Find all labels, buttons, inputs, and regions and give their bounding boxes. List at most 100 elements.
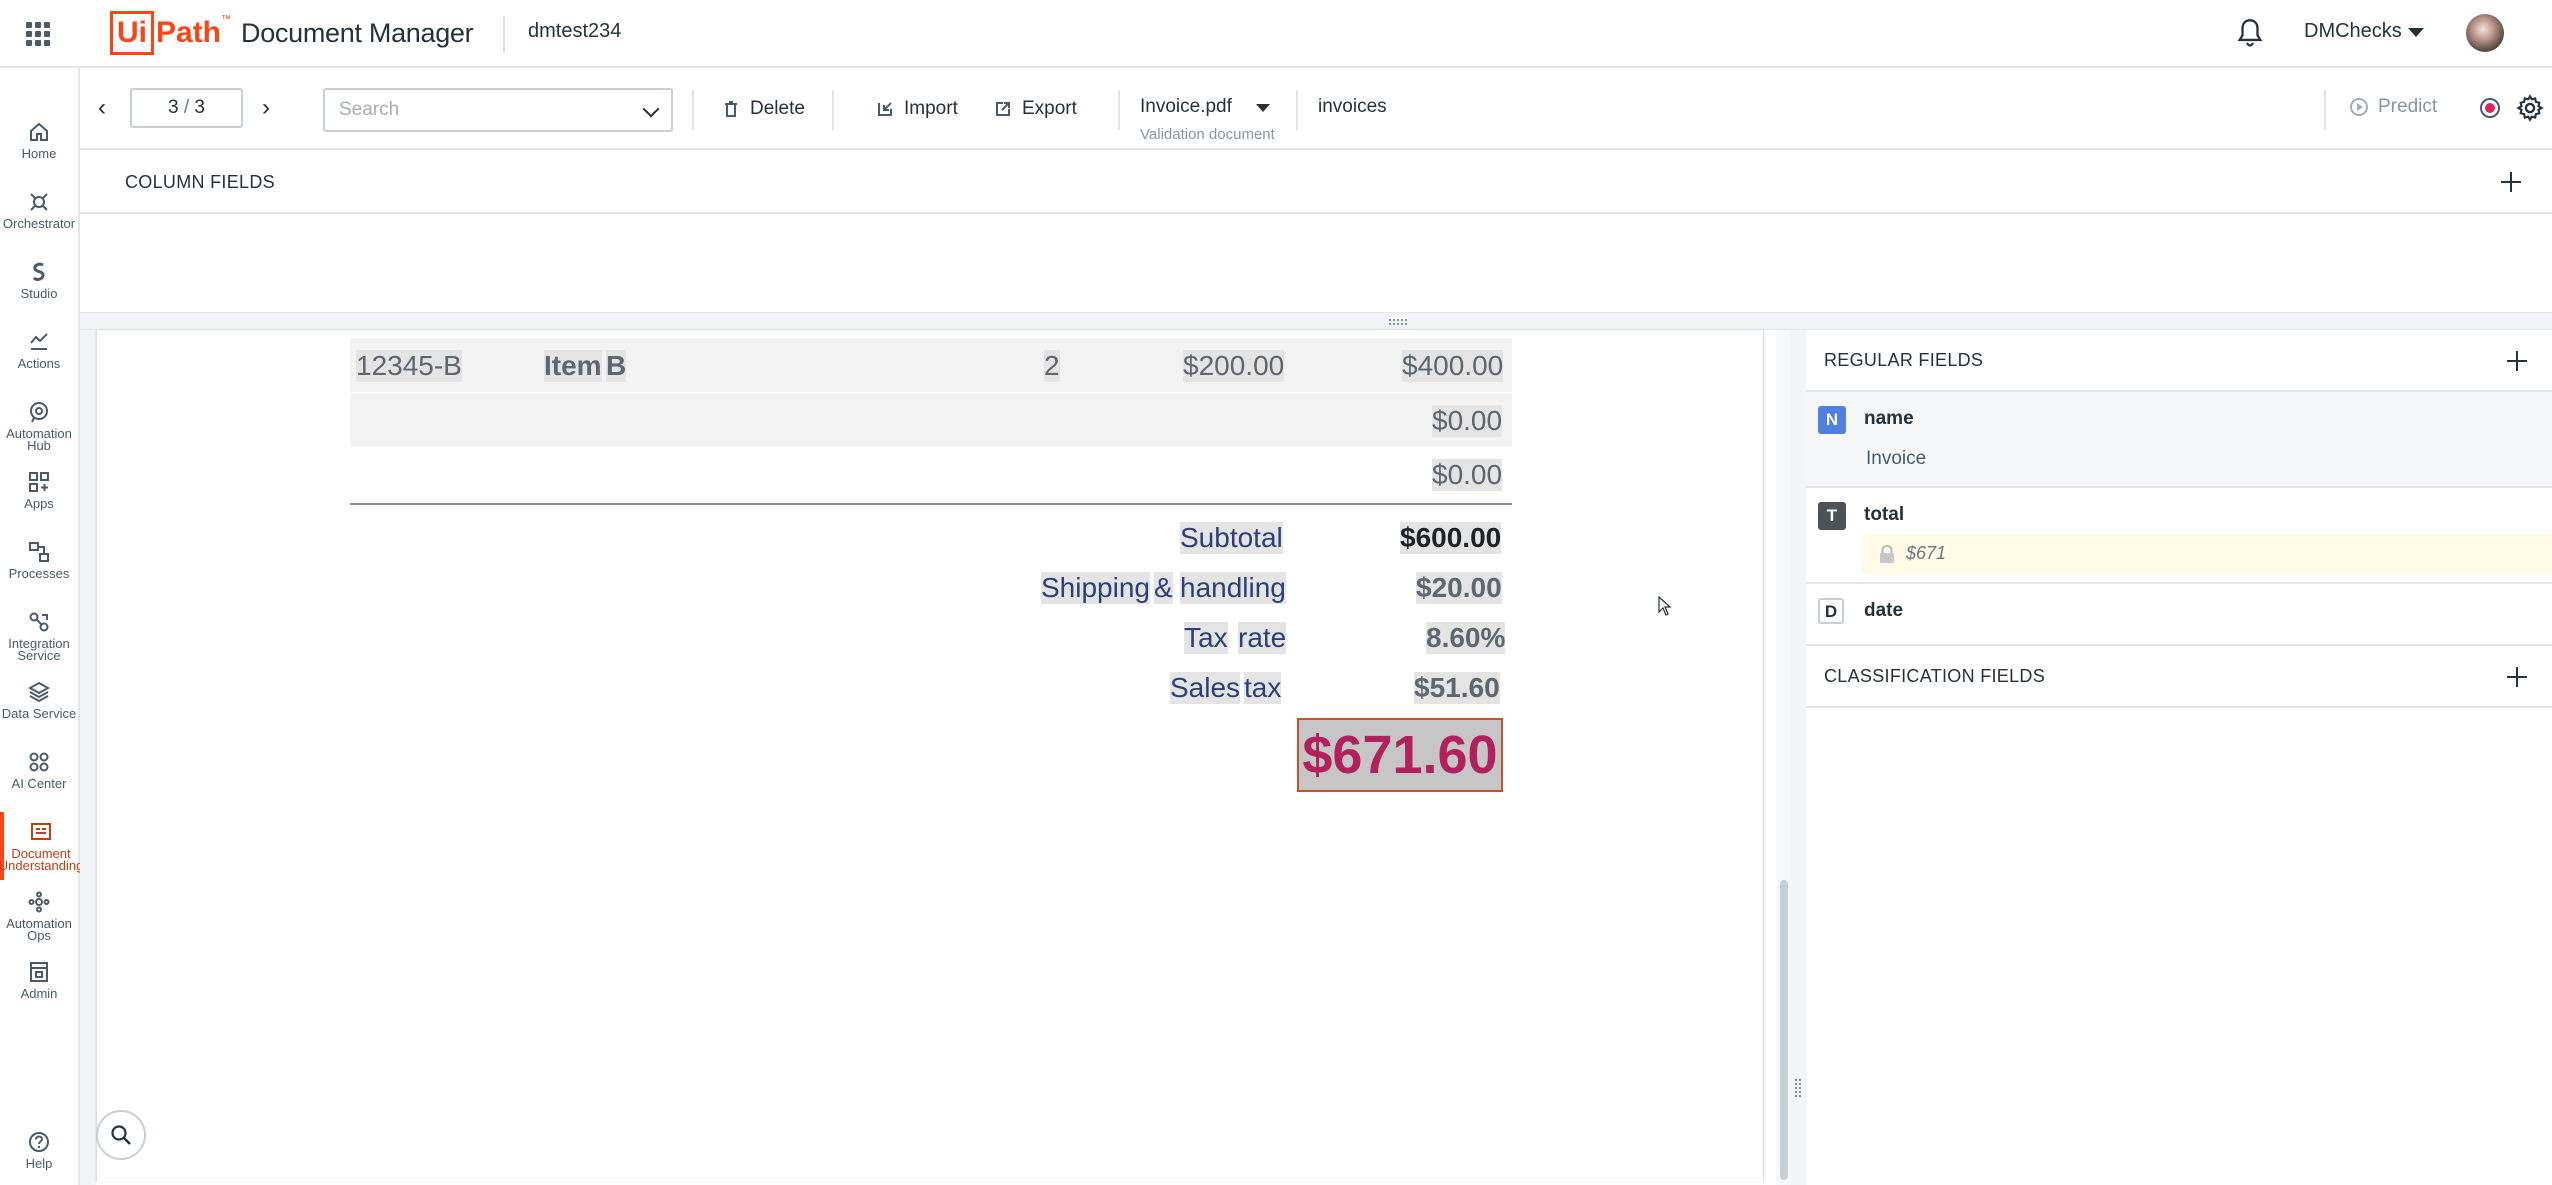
nav-item-apps[interactable]: Apps [0,462,78,530]
nav-item-ai-center[interactable]: AI Center [0,742,78,810]
nav-item-actions[interactable]: Actions [0,322,78,390]
chevron-down-icon[interactable] [642,100,660,118]
field-value-box[interactable]: $671 [1862,534,2552,574]
viewer-scrollbar-thumb[interactable] [1780,880,1788,1180]
add-regular-field-plus-icon[interactable] [2506,350,2528,372]
add-column-field-plus-icon[interactable] [2500,171,2522,193]
export-icon [994,100,1012,118]
table-row [350,393,1512,447]
shipping-label-word[interactable]: Shipping [1041,572,1150,604]
export-button[interactable]: Export [994,96,1077,122]
import-icon [876,100,894,118]
field-type-badge: N [1818,406,1846,434]
nav-item-home[interactable]: Home [0,112,78,180]
organization-selector[interactable]: DMChecks [2304,20,2402,43]
record-icon[interactable] [2480,98,2500,118]
nav-item-integration-service[interactable]: Integration Service [0,602,78,670]
logo-path: Path [156,16,222,49]
nav-label: Apps [24,496,54,511]
viewer-gutter [80,330,96,1185]
zoom-search-button[interactable] [96,1110,146,1160]
field-name: total [1864,504,1905,525]
field-row-date[interactable]: D date [1806,584,2552,646]
item-quantity[interactable]: 2 [1044,350,1060,382]
tax-rate-label-word[interactable]: rate [1238,622,1287,654]
logo-mark: Ui [110,11,154,55]
delete-button[interactable]: Delete [722,96,805,122]
chevron-down-icon[interactable] [2408,28,2424,37]
home-icon [27,120,51,144]
field-value[interactable]: $671 [1906,543,1946,564]
nav-item-automation-hub[interactable]: Automation Hub [0,392,78,460]
item-name-word[interactable]: B [606,350,627,382]
drag-handle-icon[interactable] [1388,318,1408,326]
toolbar-divider [692,90,694,130]
item-amount[interactable]: $0.00 [1432,459,1503,491]
nav-item-admin[interactable]: Admin [0,952,78,1020]
nav-item-studio[interactable]: Studio [0,252,78,320]
column-fields-title: COLUMN FIELDS [125,172,275,192]
shipping-value[interactable]: $20.00 [1416,572,1502,604]
vertical-splitter[interactable] [1790,330,1806,1185]
grand-total-highlight[interactable]: $671.60 [1297,718,1503,792]
column-fields-header: COLUMN FIELDS [80,150,2552,214]
previous-document-chevron-left-icon[interactable]: ‹ [98,96,114,120]
tax-rate-label-word[interactable]: Tax [1184,622,1228,654]
nav-item-processes[interactable]: Processes [0,532,78,600]
nav-item-automation-ops[interactable]: Automation Ops [0,882,78,950]
predict-button[interactable]: Predict [2350,96,2437,118]
field-value[interactable]: Invoice [1866,448,1926,470]
data-service-icon [27,680,51,704]
toolbar-divider [1118,90,1120,130]
item-code[interactable]: 12345-B [356,350,462,382]
field-row-name[interactable]: N name Invoice [1806,392,2552,488]
fields-panel: REGULAR FIELDS N name Invoice T total $6… [1806,330,2552,1185]
next-document-chevron-right-icon[interactable]: › [262,96,278,120]
chevron-down-icon[interactable] [1256,104,1270,112]
subtotal-label[interactable]: Subtotal [1180,522,1283,554]
field-name: name [1864,408,1914,429]
search-select[interactable]: Search [323,88,673,132]
nav-label: Document Understanding [0,846,84,873]
product-logo[interactable]: Ui Path ™ Document Manager [110,10,474,56]
page-separator: / [183,97,190,118]
orchestrator-icon [27,190,51,214]
toolbar-divider [832,90,834,130]
import-button[interactable]: Import [876,96,958,122]
sales-tax-label-word[interactable]: tax [1244,672,1282,704]
sales-tax-label-word[interactable]: Sales [1170,672,1241,704]
item-amount[interactable]: $0.00 [1432,405,1503,437]
app-launcher-icon[interactable] [26,22,50,46]
automation-ops-icon [27,890,51,914]
horizontal-splitter[interactable] [80,312,2552,330]
document-name-selector[interactable]: Invoice.pdf [1140,96,1232,118]
document-toolbar: ‹ 3 / 3 › Search Delete Import Export In… [80,68,2552,150]
integration-service-icon [27,610,51,634]
field-type-badge: T [1818,502,1846,530]
item-amount[interactable]: $400.00 [1402,350,1504,382]
shipping-label-word[interactable]: & [1154,572,1173,604]
sales-tax-value[interactable]: $51.60 [1414,672,1500,704]
nav-item-orchestrator[interactable]: Orchestrator [0,182,78,250]
item-name-word[interactable]: Item [544,350,602,382]
lock-icon [1880,544,1894,563]
nav-item-data-service[interactable]: Data Service [0,672,78,740]
search-placeholder: Search [339,99,400,120]
add-classification-field-plus-icon[interactable] [2506,666,2528,688]
shipping-label-word[interactable]: handling [1180,572,1286,604]
nav-item-document-understanding[interactable]: Document Understanding [0,812,83,880]
delete-label: Delete [750,98,805,119]
tax-rate-value[interactable]: 8.60% [1426,622,1506,654]
notifications-bell-icon[interactable] [2236,18,2264,48]
drag-handle-icon[interactable] [1794,1078,1802,1098]
page-indicator[interactable]: 3 / 3 [130,88,243,128]
nav-label: Integration Service [8,636,70,663]
nav-item-help[interactable]: Help [0,1122,78,1185]
tenant-name[interactable]: dmtest234 [528,20,621,43]
nav-label: Orchestrator [2,216,76,231]
gear-icon[interactable] [2516,94,2544,122]
subtotal-value[interactable]: $600.00 [1400,522,1502,554]
avatar[interactable] [2466,14,2504,52]
item-unit-price[interactable]: $200.00 [1183,350,1285,382]
field-row-total[interactable]: T total $671 [1806,488,2552,584]
